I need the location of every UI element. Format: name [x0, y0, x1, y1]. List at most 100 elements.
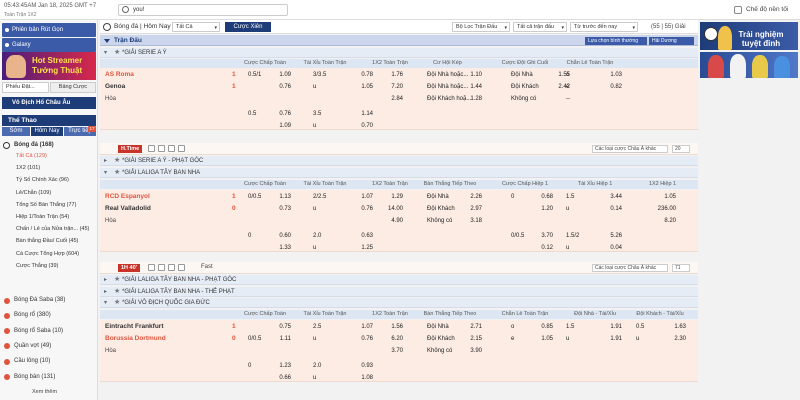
odds-cell[interactable]: 0.63: [355, 230, 373, 242]
live-icon[interactable]: [168, 264, 175, 271]
league-row[interactable]: ▸ ★ *GIẢI LALIGA TÂY BAN NHA - PHẠT GÓC: [100, 275, 698, 285]
odds-cell[interactable]: 1.05: [535, 333, 553, 345]
odds-cell[interactable]: 1.11: [273, 333, 291, 345]
league-row[interactable]: ▾ ★ *GIẢI VÔ ĐỊCH QUỐC GIA ĐỨC: [100, 298, 698, 308]
odds-cell[interactable]: 0.70: [355, 120, 373, 132]
other-markets-select[interactable]: Các loại cược Châu Á khác: [592, 264, 668, 272]
odds-cell[interactable]: 2.71: [466, 321, 482, 333]
odds-cell[interactable]: 14.00: [373, 203, 403, 215]
view-more-link[interactable]: Xem thêm: [32, 389, 57, 395]
match-filter-select[interactable]: Bộ Lọc Trận Đấu ▾: [452, 22, 510, 32]
odds-cell[interactable]: 0.76: [355, 203, 373, 215]
sidebar-subitem[interactable]: 1X2 (101): [16, 165, 96, 171]
odds-cell[interactable]: 1.14: [355, 108, 373, 120]
favorite-star-icon[interactable]: ★: [114, 298, 120, 308]
expand-icon[interactable]: ▸: [104, 287, 107, 297]
collapse-icon[interactable]: [104, 39, 110, 43]
sidebar-subitem[interactable]: Chấn / Lẻ của Nửa trận... (45): [16, 226, 96, 232]
league-row[interactable]: ▾ ★ *GIẢI LALIGA TÂY BAN NHA: [100, 168, 698, 178]
odds-cell[interactable]: 7.20: [373, 81, 403, 93]
odds-cell[interactable]: 2.30: [670, 333, 686, 345]
info-icon[interactable]: [178, 264, 185, 271]
sidebar-item-football[interactable]: Bóng đá (168): [4, 141, 94, 150]
odds-type-select[interactable]: Lựa chọn bình thường: [585, 37, 647, 45]
odds-cell[interactable]: 236.00: [651, 203, 676, 215]
odds-cell[interactable]: 2.15: [466, 333, 482, 345]
sidebar-subitem[interactable]: Bàn thắng Đầu/ Cuối (45): [16, 238, 96, 244]
sidebar-item-sport[interactable]: Bóng bàn (131): [4, 373, 94, 382]
odds-cell[interactable]: 0.04: [606, 242, 622, 254]
odds-cell[interactable]: 0.82: [606, 81, 622, 93]
tab-today[interactable]: Hôm Nay: [31, 127, 63, 136]
market-filter-select[interactable]: Tất Cả ▾: [172, 22, 220, 32]
odds-cell[interactable]: 1.91: [606, 333, 622, 345]
euro-championship-link[interactable]: Vô Địch Hổ Châu Âu: [2, 97, 96, 109]
tab-early[interactable]: Sớm: [2, 127, 30, 136]
odds-cell[interactable]: --: [554, 93, 570, 105]
odds-cell[interactable]: 1.09: [273, 120, 291, 132]
parlay-button[interactable]: Cược Xiên: [225, 22, 271, 32]
odds-cell[interactable]: 1.28: [466, 93, 482, 105]
odds-cell[interactable]: 2.97: [466, 203, 482, 215]
promo-compact-version[interactable]: Phiên bản Rút Gọn: [2, 23, 96, 37]
expand-icon[interactable]: ▾: [104, 168, 107, 178]
sidebar-subitem[interactable]: Tổng Số Bàn Thắng (77): [16, 202, 96, 208]
favorite-star-icon[interactable]: ★: [114, 156, 120, 166]
odds-cell[interactable]: 3.70: [373, 345, 403, 357]
odds-cell[interactable]: 1.07: [355, 191, 373, 203]
odds-cell[interactable]: 1.03: [606, 69, 622, 81]
odds-cell[interactable]: 1.07: [355, 321, 373, 333]
odds-cell[interactable]: 0.85: [535, 321, 553, 333]
odds-cell[interactable]: 0.76: [273, 81, 291, 93]
league-row[interactable]: ▸ ★ *GIẢI LALIGA TÂY BAN NHA - THẺ PHẠT: [100, 287, 698, 297]
odds-cell[interactable]: 3.90: [466, 345, 482, 357]
page-size-select[interactable]: 20: [672, 145, 690, 153]
odds-cell[interactable]: 1.25: [355, 242, 373, 254]
stats-icon[interactable]: [148, 145, 155, 152]
odds-cell[interactable]: 3.18: [466, 215, 482, 227]
promo-galaxy[interactable]: Galaxy: [2, 38, 96, 52]
search-input[interactable]: you!: [118, 4, 288, 16]
odds-cell[interactable]: 1.29: [373, 191, 403, 203]
favorite-star-icon[interactable]: ★: [114, 287, 120, 297]
other-markets-select[interactable]: Các loại cược Châu Á khác: [592, 145, 668, 153]
odds-cell[interactable]: 0.76: [355, 333, 373, 345]
odds-cell[interactable]: 1.20: [535, 203, 553, 215]
odds-cell[interactable]: 4.90: [373, 215, 403, 227]
odds-cell[interactable]: 0.93: [355, 360, 373, 372]
odds-cell[interactable]: 1.33: [273, 242, 291, 254]
odds-cell[interactable]: 5.26: [606, 230, 622, 242]
odds-cell[interactable]: 1.76: [373, 69, 403, 81]
sidebar-subitem[interactable]: Tất Cả (129): [16, 153, 96, 159]
sidebar-item-sport[interactable]: Cầu lông (10): [4, 357, 94, 366]
odds-cell[interactable]: 1.63: [670, 321, 686, 333]
odds-cell[interactable]: 1.91: [606, 321, 622, 333]
odds-cell[interactable]: 6.20: [373, 333, 403, 345]
odds-cell[interactable]: 1.13: [273, 191, 291, 203]
expand-icon[interactable]: ▾: [104, 298, 107, 308]
odds-cell[interactable]: 1.05: [355, 81, 373, 93]
odds-cell[interactable]: 0.14: [606, 203, 622, 215]
sidebar-item-sport[interactable]: Quần vợt (49): [4, 342, 94, 351]
sidebar-subitem[interactable]: Cược Thắng (39): [16, 263, 96, 269]
odds-cell[interactable]: 1.09: [273, 69, 291, 81]
sidebar-item-sport[interactable]: Bóng rổ (380): [4, 311, 94, 320]
league-row[interactable]: ▸ ★ *GIẢI SERIE A Ý - PHẠT GÓC: [100, 156, 698, 166]
tv-icon[interactable]: [158, 264, 165, 271]
sidebar-subitem[interactable]: Tỷ Số Chính Xác (96): [16, 177, 96, 183]
odds-cell[interactable]: 8.20: [660, 215, 676, 227]
sidebar-item-sport[interactable]: Bóng rổ Saba (10): [4, 327, 94, 336]
page-size-select[interactable]: 71: [672, 264, 690, 272]
expand-icon[interactable]: ▾: [104, 48, 107, 58]
sidebar-subitem[interactable]: Hiệp 1/Toàn Trận (54): [16, 214, 96, 220]
tv-icon[interactable]: [158, 145, 165, 152]
odds-cell[interactable]: 1.56: [373, 321, 403, 333]
info-icon[interactable]: [178, 145, 185, 152]
tab-bet-list[interactable]: Bảng Cược: [50, 82, 96, 93]
stats-icon[interactable]: [148, 264, 155, 271]
favorite-star-icon[interactable]: ★: [114, 168, 120, 178]
time-range-select[interactable]: Từ trước đến nay ▾: [570, 22, 638, 32]
odds-cell[interactable]: 3.70: [535, 230, 553, 242]
odds-cell[interactable]: 0.78: [355, 69, 373, 81]
favorite-star-icon[interactable]: ★: [114, 48, 120, 58]
